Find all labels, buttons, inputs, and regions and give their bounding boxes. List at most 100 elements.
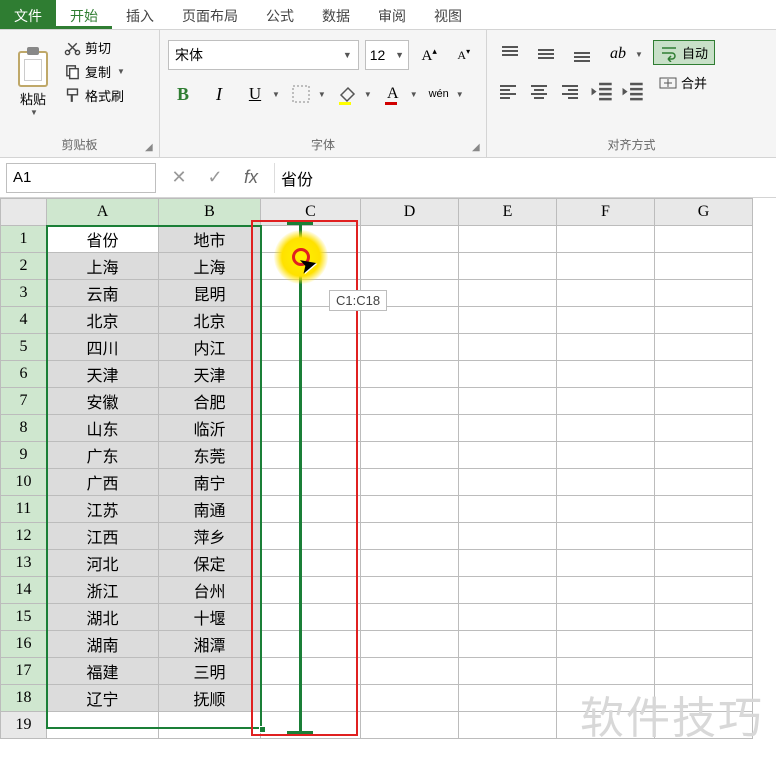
row-header-8[interactable]: 8	[1, 415, 47, 442]
cell-E12[interactable]	[459, 523, 557, 550]
cell-G1[interactable]	[655, 226, 753, 253]
column-header-G[interactable]: G	[655, 199, 753, 226]
cell-B3[interactable]: 昆明	[159, 280, 261, 307]
column-header-B[interactable]: B	[159, 199, 261, 226]
cell-G16[interactable]	[655, 631, 753, 658]
cell-A16[interactable]: 湖南	[47, 631, 159, 658]
cell-G7[interactable]	[655, 388, 753, 415]
cell-A17[interactable]: 福建	[47, 658, 159, 685]
cell-G5[interactable]	[655, 334, 753, 361]
cell-B4[interactable]: 北京	[159, 307, 261, 334]
formula-input[interactable]: 省份	[274, 163, 770, 193]
row-header-3[interactable]: 3	[1, 280, 47, 307]
cell-A2[interactable]: 上海	[47, 253, 159, 280]
row-header-5[interactable]: 5	[1, 334, 47, 361]
cell-E15[interactable]	[459, 604, 557, 631]
cell-A6[interactable]: 天津	[47, 361, 159, 388]
cell-E18[interactable]	[459, 685, 557, 712]
cell-D13[interactable]	[361, 550, 459, 577]
row-header-10[interactable]: 10	[1, 469, 47, 496]
cell-F3[interactable]	[557, 280, 655, 307]
cell-G13[interactable]	[655, 550, 753, 577]
cell-A7[interactable]: 安徽	[47, 388, 159, 415]
grid[interactable]: ABCDEFG1省份地市2上海上海3云南昆明4北京北京5四川内江6天津天津7安徽…	[0, 198, 753, 739]
cell-D2[interactable]	[361, 253, 459, 280]
cell-B18[interactable]: 抚顺	[159, 685, 261, 712]
column-header-F[interactable]: F	[557, 199, 655, 226]
cell-F2[interactable]	[557, 253, 655, 280]
cell-B7[interactable]: 合肥	[159, 388, 261, 415]
cancel-formula-button[interactable]: ✕	[168, 167, 190, 188]
fill-color-button[interactable]	[332, 80, 362, 108]
cell-G18[interactable]	[655, 685, 753, 712]
cell-A14[interactable]: 浙江	[47, 577, 159, 604]
cell-A1[interactable]: 省份	[47, 226, 159, 253]
cell-E13[interactable]	[459, 550, 557, 577]
font-name-select[interactable]: 宋体 ▼	[168, 40, 359, 70]
align-right-button[interactable]	[557, 78, 582, 106]
cell-A9[interactable]: 广东	[47, 442, 159, 469]
cell-D16[interactable]	[361, 631, 459, 658]
copy-button[interactable]: 复制 ▼	[64, 62, 125, 81]
cell-F9[interactable]	[557, 442, 655, 469]
cell-D6[interactable]	[361, 361, 459, 388]
cell-F4[interactable]	[557, 307, 655, 334]
cell-C15[interactable]	[261, 604, 361, 631]
name-box[interactable]: A1	[6, 163, 156, 193]
insert-function-button[interactable]: fx	[240, 167, 262, 188]
cell-G6[interactable]	[655, 361, 753, 388]
fill-handle[interactable]	[259, 726, 266, 733]
cell-G19[interactable]	[655, 712, 753, 739]
cell-D1[interactable]	[361, 226, 459, 253]
cell-E1[interactable]	[459, 226, 557, 253]
cell-B2[interactable]: 上海	[159, 253, 261, 280]
cell-B17[interactable]: 三明	[159, 658, 261, 685]
cell-B10[interactable]: 南宁	[159, 469, 261, 496]
cell-D15[interactable]	[361, 604, 459, 631]
row-header-14[interactable]: 14	[1, 577, 47, 604]
cell-F15[interactable]	[557, 604, 655, 631]
border-dropdown-icon[interactable]: ▼	[318, 90, 326, 99]
cell-D8[interactable]	[361, 415, 459, 442]
cell-E7[interactable]	[459, 388, 557, 415]
font-dialog-launcher[interactable]: ◢	[472, 143, 484, 155]
cell-B9[interactable]: 东莞	[159, 442, 261, 469]
cell-B13[interactable]: 保定	[159, 550, 261, 577]
fill-color-dropdown-icon[interactable]: ▼	[364, 90, 372, 99]
row-header-13[interactable]: 13	[1, 550, 47, 577]
cell-C6[interactable]	[261, 361, 361, 388]
column-header-E[interactable]: E	[459, 199, 557, 226]
cell-C14[interactable]	[261, 577, 361, 604]
cell-A4[interactable]: 北京	[47, 307, 159, 334]
cell-F17[interactable]	[557, 658, 655, 685]
row-header-4[interactable]: 4	[1, 307, 47, 334]
cell-G11[interactable]	[655, 496, 753, 523]
tab-review[interactable]: 审阅	[364, 0, 420, 29]
cell-F1[interactable]	[557, 226, 655, 253]
cell-F18[interactable]	[557, 685, 655, 712]
format-painter-button[interactable]: 格式刷	[64, 86, 125, 105]
cell-B12[interactable]: 萍乡	[159, 523, 261, 550]
cell-B15[interactable]: 十堰	[159, 604, 261, 631]
font-size-select[interactable]: 12 ▼	[365, 40, 409, 70]
cell-E6[interactable]	[459, 361, 557, 388]
align-bottom-button[interactable]	[567, 40, 597, 68]
cell-E10[interactable]	[459, 469, 557, 496]
cell-D14[interactable]	[361, 577, 459, 604]
cell-A10[interactable]: 广西	[47, 469, 159, 496]
increase-indent-button[interactable]	[620, 78, 645, 106]
cell-C19[interactable]	[261, 712, 361, 739]
align-middle-button[interactable]	[531, 40, 561, 68]
underline-button[interactable]: U	[240, 80, 270, 108]
row-header-9[interactable]: 9	[1, 442, 47, 469]
align-center-button[interactable]	[526, 78, 551, 106]
cell-A12[interactable]: 江西	[47, 523, 159, 550]
tab-page-layout[interactable]: 页面布局	[168, 0, 252, 29]
bold-button[interactable]: B	[168, 80, 198, 108]
cell-D9[interactable]	[361, 442, 459, 469]
clipboard-dialog-launcher[interactable]: ◢	[145, 143, 157, 155]
cell-C2[interactable]	[261, 253, 361, 280]
cell-F11[interactable]	[557, 496, 655, 523]
cell-G9[interactable]	[655, 442, 753, 469]
cell-C1[interactable]	[261, 226, 361, 253]
